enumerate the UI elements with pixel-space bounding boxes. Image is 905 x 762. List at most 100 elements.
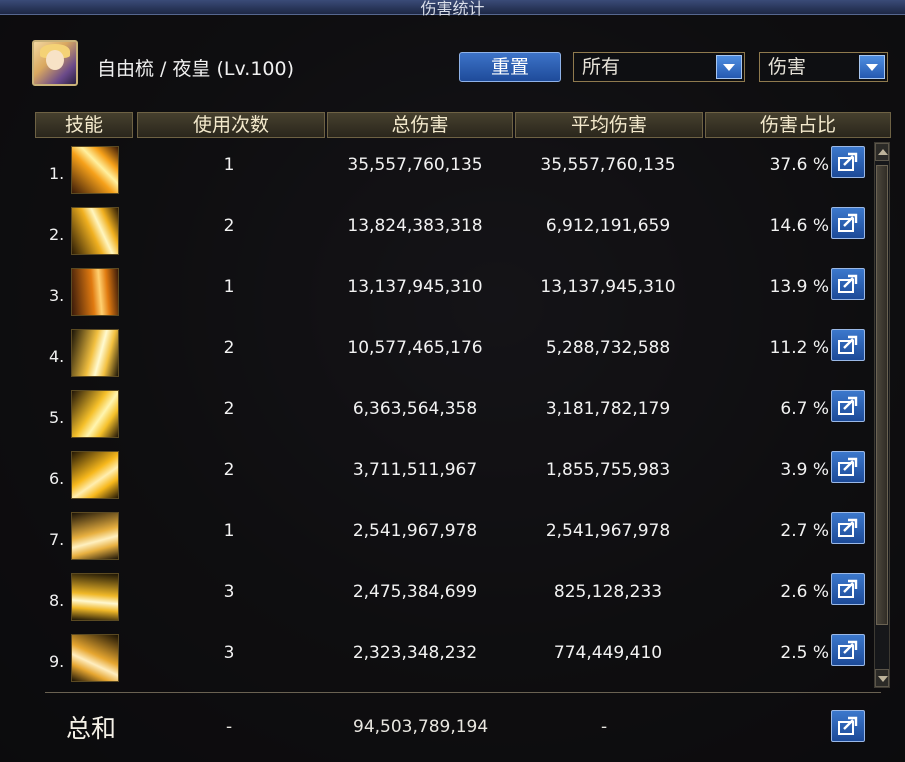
scroll-up-icon[interactable] <box>875 143 889 161</box>
table-header: 技能 使用次数 总伤害 平均伤害 伤害占比 <box>35 112 893 138</box>
row-index: 7. <box>49 530 65 549</box>
row-export-button[interactable] <box>831 329 865 361</box>
header-total: 总伤害 <box>327 112 513 138</box>
damage-percent: 3.9 % <box>780 460 829 480</box>
skill-icon[interactable] <box>71 268 119 316</box>
row-export-button[interactable] <box>831 390 865 422</box>
row-export-button[interactable] <box>831 451 865 483</box>
table-scrollbar[interactable] <box>874 142 890 688</box>
total-label: 总和 <box>66 714 117 743</box>
row-export-button[interactable] <box>831 512 865 544</box>
title-bar[interactable]: 伤害统计 <box>0 0 905 18</box>
average-damage: 3,181,782,179 <box>545 399 671 419</box>
damage-percent: 14.6 % <box>769 216 829 236</box>
row-index: 2. <box>49 225 65 244</box>
table-row: 7. 1 2,541,967,978 2,541,967,978 2.7 % <box>35 508 893 569</box>
reset-button[interactable]: 重置 <box>459 52 561 82</box>
row-export-button[interactable] <box>831 146 865 178</box>
header-average: 平均伤害 <box>515 112 703 138</box>
export-share-icon <box>838 152 858 171</box>
damage-percent: 2.7 % <box>780 521 829 541</box>
skill-icon[interactable] <box>71 634 119 682</box>
row-index: 6. <box>49 469 65 488</box>
total-damage: 35,557,760,135 <box>347 155 483 175</box>
usage-count: 1 <box>223 155 235 175</box>
export-share-icon <box>838 457 858 476</box>
total-count: - <box>226 717 233 737</box>
average-damage: 825,128,233 <box>553 582 663 602</box>
total-damage: 6,363,564,358 <box>352 399 478 419</box>
filter-dropdown[interactable]: 所有 <box>573 52 745 82</box>
skill-icon[interactable] <box>71 146 119 194</box>
usage-count: 2 <box>223 338 235 358</box>
damage-percent: 2.6 % <box>780 582 829 602</box>
table-row: 3. 1 13,137,945,310 13,137,945,310 13.9 % <box>35 264 893 325</box>
damage-stats-window: 伤害统计 自由梳 / 夜皇 (Lv.100) 重置 所有 伤害 技能 使用次数 … <box>0 0 905 762</box>
usage-count: 1 <box>223 277 235 297</box>
row-index: 5. <box>49 408 65 427</box>
header-percent: 伤害占比 <box>705 112 891 138</box>
row-index: 4. <box>49 347 65 366</box>
usage-count: 2 <box>223 460 235 480</box>
skill-icon[interactable] <box>71 207 119 255</box>
export-share-icon <box>838 396 858 415</box>
export-share-icon <box>838 335 858 354</box>
skill-icon[interactable] <box>71 390 119 438</box>
average-damage: 13,137,945,310 <box>540 277 676 297</box>
filter-dropdown-value: 所有 <box>582 56 621 78</box>
character-bar: 自由梳 / 夜皇 (Lv.100) 重置 所有 伤害 <box>0 36 905 96</box>
header-skill: 技能 <box>35 112 133 138</box>
usage-count: 1 <box>223 521 235 541</box>
skill-icon[interactable] <box>71 512 119 560</box>
table-row: 5. 2 6,363,564,358 3,181,782,179 6.7 % <box>35 386 893 447</box>
average-damage: 1,855,755,983 <box>545 460 671 480</box>
total-damage: 10,577,465,176 <box>347 338 483 358</box>
total-damage: 2,323,348,232 <box>352 643 478 663</box>
export-share-icon <box>838 579 858 598</box>
average-damage: 35,557,760,135 <box>540 155 676 175</box>
damage-percent: 11.2 % <box>769 338 829 358</box>
row-export-button[interactable] <box>831 634 865 666</box>
skill-icon[interactable] <box>71 329 119 377</box>
export-share-icon <box>838 716 858 735</box>
row-index: 3. <box>49 286 65 305</box>
table-row: 2. 2 13,824,383,318 6,912,191,659 14.6 % <box>35 203 893 264</box>
chevron-down-icon[interactable] <box>859 55 885 79</box>
export-share-icon <box>838 518 858 537</box>
chevron-down-icon[interactable] <box>716 55 742 79</box>
skill-icon[interactable] <box>71 573 119 621</box>
row-export-button[interactable] <box>831 207 865 239</box>
usage-count: 2 <box>223 399 235 419</box>
table-row: 1. 1 35,557,760,135 35,557,760,135 37.6 % <box>35 142 893 203</box>
average-damage: 5,288,732,588 <box>545 338 671 358</box>
damage-percent: 6.7 % <box>780 399 829 419</box>
export-share-icon <box>838 213 858 232</box>
usage-count: 3 <box>223 643 235 663</box>
total-damage: 3,711,511,967 <box>352 460 478 480</box>
total-row: 总和 - 94,503,789,194 - <box>0 700 905 750</box>
row-index: 1. <box>49 164 65 183</box>
average-damage: 6,912,191,659 <box>545 216 671 236</box>
row-index: 8. <box>49 591 65 610</box>
average-damage: 2,541,967,978 <box>545 521 671 541</box>
table-row: 9. 3 2,323,348,232 774,449,410 2.5 % <box>35 630 893 691</box>
type-dropdown[interactable]: 伤害 <box>759 52 888 82</box>
row-export-button[interactable] <box>831 573 865 605</box>
table-row: 4. 2 10,577,465,176 5,288,732,588 11.2 % <box>35 325 893 386</box>
total-damage: 13,137,945,310 <box>347 277 483 297</box>
row-index: 9. <box>49 652 65 671</box>
export-share-icon <box>838 640 858 659</box>
header-count: 使用次数 <box>137 112 325 138</box>
total-damage: 13,824,383,318 <box>347 216 483 236</box>
total-export-button[interactable] <box>831 710 865 742</box>
character-avatar <box>32 40 78 86</box>
character-name: 自由梳 / 夜皇 (Lv.100) <box>97 58 295 80</box>
total-damage: 2,541,967,978 <box>352 521 478 541</box>
scroll-thumb[interactable] <box>876 165 888 625</box>
average-damage: 774,449,410 <box>553 643 663 663</box>
table-divider <box>45 692 881 693</box>
damage-percent: 2.5 % <box>780 643 829 663</box>
row-export-button[interactable] <box>831 268 865 300</box>
scroll-down-icon[interactable] <box>875 669 889 687</box>
skill-icon[interactable] <box>71 451 119 499</box>
